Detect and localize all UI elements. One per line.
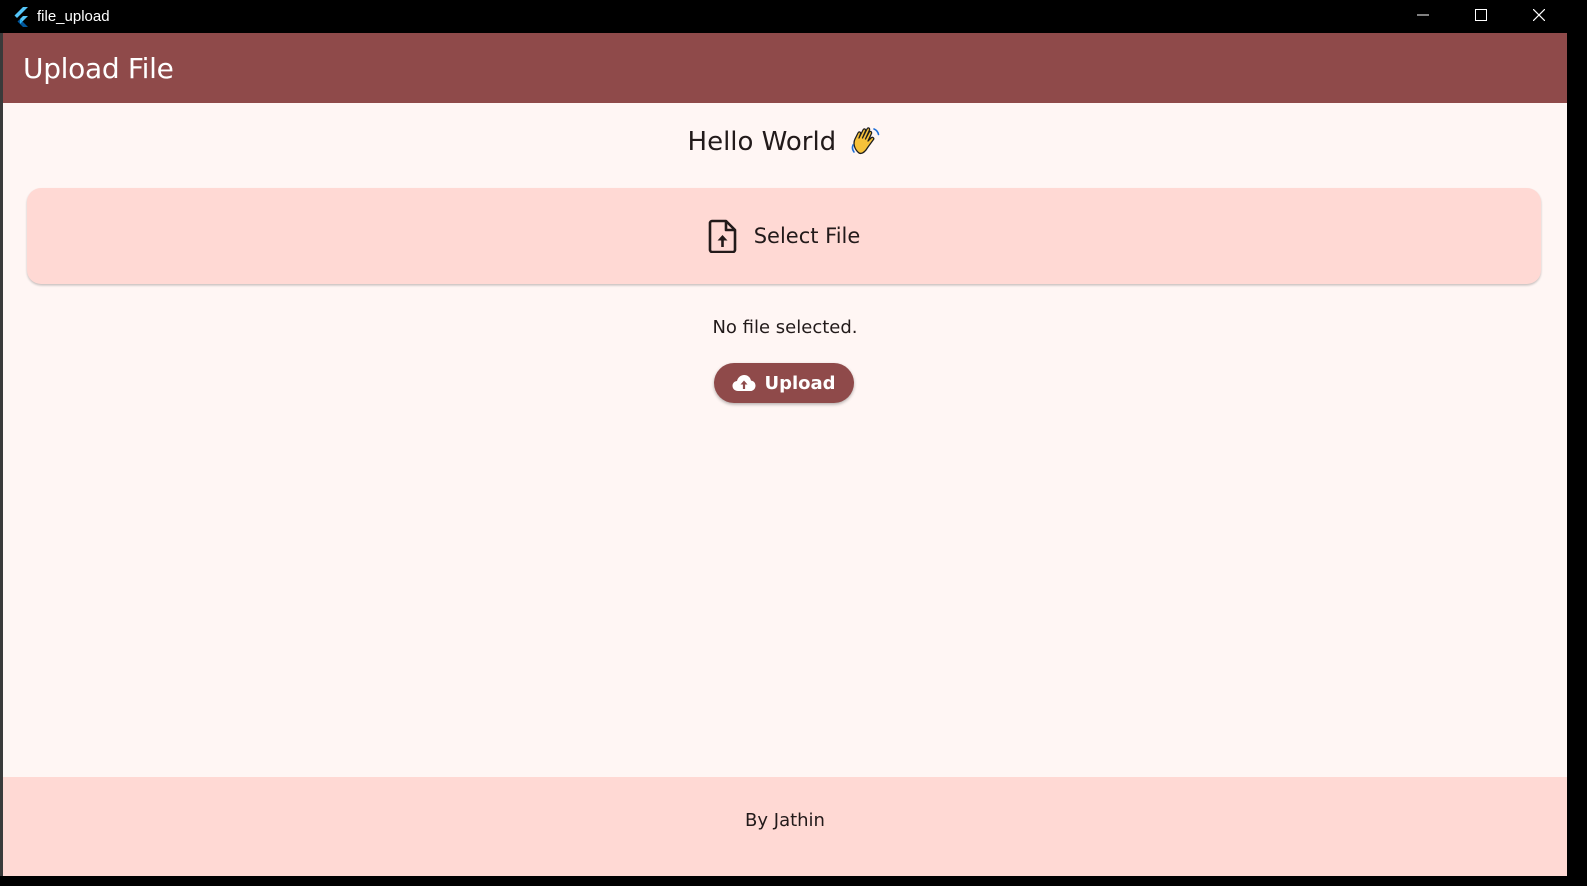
app-window: file_upload Upload File Hello World Sele… bbox=[0, 0, 1568, 876]
page-title: Upload File bbox=[23, 51, 174, 85]
select-file-label: Select File bbox=[753, 224, 861, 248]
greeting-text: Hello World bbox=[687, 127, 837, 157]
window-title: file_upload bbox=[37, 8, 110, 25]
desktop-bottom-edge bbox=[0, 876, 1587, 886]
close-button[interactable] bbox=[1510, 0, 1568, 30]
footer-credit: By Jathin bbox=[745, 810, 825, 831]
waving-hand-icon bbox=[852, 127, 880, 155]
main-content: Hello World Select File No file selected… bbox=[3, 103, 1567, 777]
upload-label: Upload bbox=[764, 372, 836, 394]
footer: By Jathin bbox=[3, 777, 1567, 876]
greeting: Hello World bbox=[3, 125, 1567, 157]
upload-button[interactable]: Upload bbox=[714, 363, 854, 403]
desktop-right-edge bbox=[1567, 0, 1587, 886]
cloud-upload-icon bbox=[732, 375, 756, 391]
app-bar: Upload File bbox=[3, 33, 1567, 103]
file-upload-icon bbox=[708, 219, 736, 253]
select-file-button[interactable]: Select File bbox=[27, 188, 1541, 284]
window-titlebar[interactable]: file_upload bbox=[0, 0, 1568, 33]
window-controls bbox=[1394, 0, 1568, 33]
maximize-button[interactable] bbox=[1452, 0, 1510, 30]
file-status-text: No file selected. bbox=[712, 317, 858, 338]
close-icon bbox=[1533, 9, 1545, 21]
minimize-icon bbox=[1417, 14, 1429, 16]
flutter-logo-icon bbox=[14, 6, 28, 27]
maximize-icon bbox=[1475, 9, 1487, 21]
minimize-button[interactable] bbox=[1394, 0, 1452, 30]
